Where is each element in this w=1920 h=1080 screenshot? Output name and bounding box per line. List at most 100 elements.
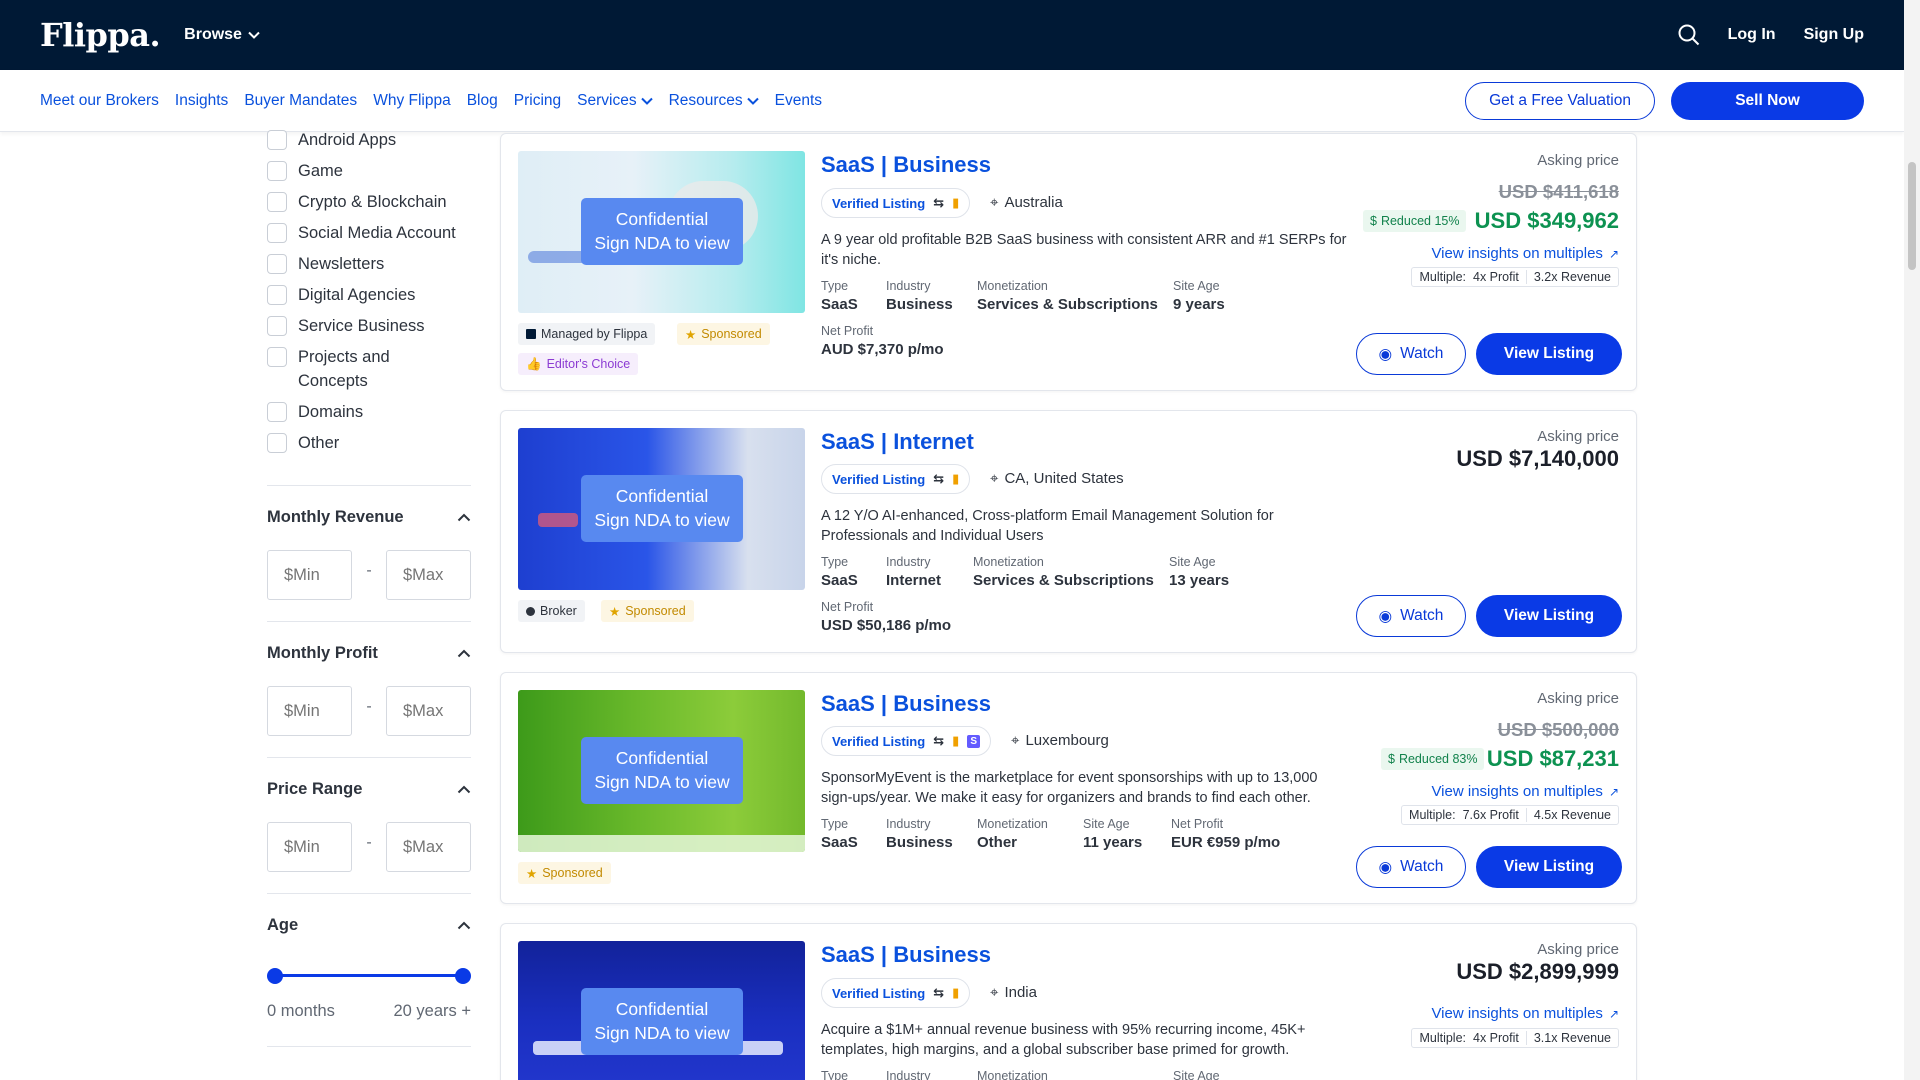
nav-meet-brokers[interactable]: Meet our Brokers <box>40 92 159 110</box>
asking-price-label: Asking price <box>1537 690 1619 707</box>
monthly-revenue-toggle[interactable]: Monthly Revenue <box>267 508 471 527</box>
verified-listing-badge[interactable]: Verified Listing ⇆ ▮ <box>821 188 971 218</box>
view-listing-button[interactable]: View Listing <box>1476 846 1622 888</box>
category-checkbox[interactable] <box>267 130 287 150</box>
category-item[interactable]: Other <box>267 433 471 455</box>
chevron-up-icon <box>457 921 471 930</box>
category-item[interactable]: Crypto & Blockchain <box>267 192 471 214</box>
confidential-nda-overlay[interactable]: Confidential Sign NDA to view <box>581 198 743 265</box>
monthly-profit-toggle[interactable]: Monthly Profit <box>267 644 471 663</box>
age-slider[interactable] <box>267 968 471 984</box>
view-insights-link[interactable]: View insights on multiples ↗ <box>1431 1005 1619 1022</box>
watch-button[interactable]: ◉ Watch <box>1356 595 1466 637</box>
category-checkbox[interactable] <box>267 161 287 181</box>
browse-menu[interactable]: Browse <box>184 26 260 44</box>
category-item[interactable]: Newsletters <box>267 254 471 276</box>
category-checkbox[interactable] <box>267 433 287 453</box>
category-checkbox[interactable] <box>267 254 287 274</box>
listing-thumbnail[interactable]: Confidential Sign NDA to view <box>518 941 805 1080</box>
search-icon[interactable] <box>1678 24 1700 46</box>
category-item[interactable]: Projects and Concepts <box>267 347 471 393</box>
watch-button[interactable]: ◉ Watch <box>1356 846 1466 888</box>
price-max-input[interactable] <box>386 822 471 872</box>
page-scrollbar-thumb[interactable] <box>1908 162 1916 270</box>
verified-listing-badge[interactable]: Verified Listing ⇆ ▮ <box>821 464 971 494</box>
category-item[interactable]: Domains <box>267 402 471 424</box>
category-checkbox[interactable] <box>267 223 287 243</box>
view-insights-link[interactable]: View insights on multiples ↗ <box>1431 245 1619 262</box>
nav-why-flippa[interactable]: Why Flippa <box>373 92 451 110</box>
age-toggle[interactable]: Age <box>267 916 471 935</box>
revenue-min-input[interactable] <box>267 550 352 600</box>
confidential-nda-overlay[interactable]: Confidential Sign NDA to view <box>581 475 743 542</box>
meta-value: SaaS <box>821 296 858 313</box>
chevron-up-icon <box>457 785 471 794</box>
verified-listing-badge[interactable]: Verified Listing ⇆ ▮ <box>821 978 971 1008</box>
category-checkbox[interactable] <box>267 316 287 336</box>
revenue-max-input[interactable] <box>386 550 471 600</box>
view-listing-button[interactable]: View Listing <box>1476 595 1622 637</box>
category-checkbox[interactable] <box>267 402 287 422</box>
category-label: Android Apps <box>298 131 397 149</box>
category-checkbox[interactable] <box>267 192 287 212</box>
location-label: Luxembourg <box>1025 732 1109 749</box>
sell-now-button[interactable]: Sell Now <box>1671 81 1864 120</box>
watch-button[interactable]: ◉ Watch <box>1356 333 1466 375</box>
meta-key: Net Profit <box>821 600 874 614</box>
eye-icon: ◉ <box>1378 345 1393 363</box>
signup-link[interactable]: Sign Up <box>1804 26 1864 44</box>
age-min-label: 0 months <box>267 1002 335 1020</box>
category-item[interactable]: Android Apps <box>267 130 471 152</box>
view-insights-link[interactable]: View insights on multiples ↗ <box>1431 783 1619 800</box>
listing-title[interactable]: SaaS | Business <box>821 942 991 968</box>
nav-insights[interactable]: Insights <box>175 92 228 110</box>
verified-label: Verified Listing <box>832 985 926 1001</box>
category-item[interactable]: Digital Agencies <box>267 285 471 307</box>
nav-pricing[interactable]: Pricing <box>514 92 561 110</box>
listing-title[interactable]: SaaS | Business <box>821 152 991 178</box>
confidential-nda-overlay[interactable]: Confidential Sign NDA to view <box>581 737 743 804</box>
chevron-up-icon <box>457 513 471 522</box>
free-valuation-button[interactable]: Get a Free Valuation <box>1465 81 1655 120</box>
listing-title[interactable]: SaaS | Business <box>821 691 991 717</box>
multiple-label: Multiple: <box>1419 1031 1466 1045</box>
meta-monetization: Monetization Other <box>977 817 1048 851</box>
multiples-chip: Multiple: 4x Profit 3.2x Revenue <box>1411 267 1619 287</box>
thumbnail-blur-shape <box>538 513 578 527</box>
category-checkbox[interactable] <box>267 285 287 305</box>
nav-buyer-mandates[interactable]: Buyer Mandates <box>244 92 357 110</box>
nda-label: Sign NDA to view <box>594 510 730 530</box>
age-slider-max-handle[interactable] <box>455 968 471 984</box>
broker-badge: Broker <box>518 600 585 622</box>
listing-thumbnail[interactable]: Confidential Sign NDA to view <box>518 690 805 852</box>
nav-events[interactable]: Events <box>775 92 822 110</box>
external-link-icon: ↗ <box>1608 784 1619 799</box>
profit-max-input[interactable] <box>386 686 471 736</box>
price-range-toggle[interactable]: Price Range <box>267 780 471 799</box>
meta-monetization: Monetization Services & Subscriptions <box>977 279 1158 313</box>
multiple-profit: 7.6x Profit <box>1462 808 1519 822</box>
login-link[interactable]: Log In <box>1728 26 1776 44</box>
price-min-input[interactable] <box>267 822 352 872</box>
category-item[interactable]: Service Business <box>267 316 471 338</box>
listing-thumbnail[interactable]: Confidential Sign NDA to view <box>518 428 805 590</box>
category-checkbox[interactable] <box>267 347 287 367</box>
verified-listing-badge[interactable]: Verified Listing ⇆ ▮ S <box>821 726 992 756</box>
listing-thumbnail[interactable]: Confidential Sign NDA to view <box>518 151 805 313</box>
flippa-logo[interactable]: Flippa. <box>40 16 161 54</box>
meta-type: Type SaaS <box>821 279 858 313</box>
multiple-label: Multiple: <box>1419 270 1466 284</box>
view-listing-button[interactable]: View Listing <box>1476 333 1622 375</box>
profit-min-input[interactable] <box>267 686 352 736</box>
meta-key: Site Age <box>1083 817 1130 831</box>
category-item[interactable]: Game <box>267 161 471 183</box>
bar-chart-icon: ▮ <box>952 733 960 748</box>
listing-title[interactable]: SaaS | Internet <box>821 429 974 455</box>
age-slider-min-handle[interactable] <box>267 968 283 984</box>
nav-resources[interactable]: Resources <box>669 92 759 110</box>
nav-services[interactable]: Services <box>577 92 653 110</box>
confidential-nda-overlay[interactable]: Confidential Sign NDA to view <box>581 988 743 1055</box>
meta-industry: Industry Business <box>886 279 953 313</box>
nav-blog[interactable]: Blog <box>467 92 498 110</box>
category-item[interactable]: Social Media Account <box>267 223 471 245</box>
